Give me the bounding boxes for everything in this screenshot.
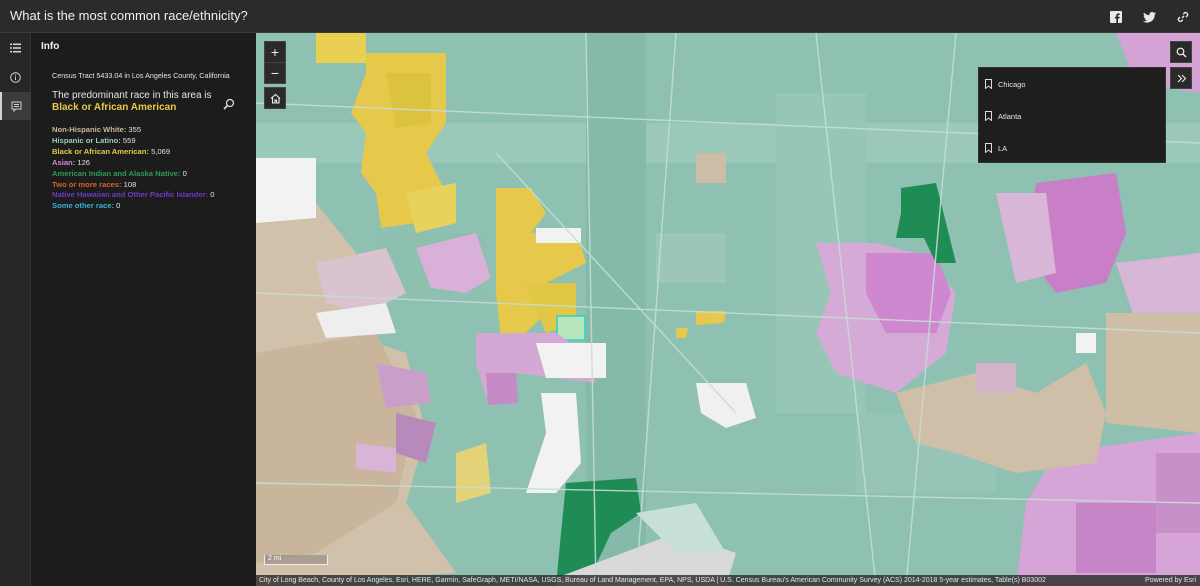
race-label: American Indian and Alaska Native: (52, 168, 181, 178)
search-button[interactable] (1170, 41, 1192, 63)
about-tab[interactable] (0, 63, 31, 91)
info-tab[interactable] (0, 92, 31, 120)
attribution-text: City of Long Beach, County of Los Angele… (259, 577, 1046, 584)
facebook-icon[interactable] (1106, 7, 1126, 27)
legend-tab[interactable] (0, 34, 31, 62)
race-value: 0 (210, 190, 215, 200)
collapse-bookmarks-button[interactable] (1170, 67, 1192, 89)
race-value: 0 (182, 168, 187, 178)
page-title: What is the most common race/ethnicity? (10, 8, 248, 23)
race-label: Native Hawaiian and Other Pacific Island… (52, 190, 209, 200)
race-value: 108 (123, 179, 137, 189)
race-count-row: Hispanic or Latino: 559 (52, 136, 215, 147)
race-value: 559 (122, 135, 136, 145)
bookmark-label: LA (998, 143, 1008, 153)
race-count-row: Non-Hispanic White: 355 (52, 125, 215, 136)
race-label: Some other race: (52, 201, 115, 211)
popup-icon (11, 101, 22, 112)
magnifier-icon (223, 98, 235, 110)
predominant-prefix: The predominant race in this area is (52, 90, 212, 101)
race-count-row: Black or African American: 5,069 (52, 147, 215, 158)
info-panel: Info Census Tract 5433.04 in Los Angeles… (31, 33, 256, 586)
race-counts-list: Non-Hispanic White: 355 Hispanic or Latin… (52, 125, 215, 212)
race-count-row: American Indian and Alaska Native: 0 (52, 169, 215, 180)
race-label: Hispanic or Latino: (52, 135, 121, 145)
race-value: 355 (128, 125, 142, 134)
bookmark-label: Chicago (998, 79, 1026, 89)
race-count-row: Asian: 126 (52, 158, 215, 169)
race-value: 5,069 (151, 146, 171, 156)
app-root: What is the most common race/ethnicity? … (0, 0, 1200, 586)
predominant-value: Black or African American (52, 102, 177, 113)
race-label: Two or more races: (52, 179, 122, 189)
list-icon (10, 43, 21, 53)
bookmark-label: Atlanta (998, 111, 1022, 121)
race-label: Asian: (52, 157, 76, 167)
side-rail (0, 33, 31, 586)
bookmarks-panel: Chicago Atlanta LA (978, 67, 1166, 163)
bookmark-item[interactable]: Atlanta (985, 108, 1021, 124)
bookmark-item[interactable]: LA (985, 140, 1007, 156)
powered-by-link[interactable]: Powered by Esri (1145, 575, 1196, 586)
bookmark-item[interactable]: Chicago (985, 76, 1026, 92)
chevrons-right-icon (1177, 74, 1186, 82)
twitter-icon[interactable] (1139, 7, 1159, 27)
map-view[interactable]: + − Chicago Atlanta LA 2 mi City of Long… (256, 33, 1200, 586)
app-header: What is the most common race/ethnicity? (0, 0, 1200, 33)
census-tract-label: Census Tract 5433.04 in Los Angeles Coun… (52, 71, 230, 80)
attribution-bar: City of Long Beach, County of Los Angele… (256, 575, 1200, 586)
link-icon[interactable] (1173, 7, 1193, 27)
zoom-to-feature-button[interactable] (223, 97, 235, 110)
scale-bar: 2 mi (264, 555, 328, 565)
race-label: Non-Hispanic White: (52, 125, 127, 134)
search-icon (1176, 47, 1186, 57)
home-button[interactable] (264, 87, 286, 109)
bookmark-icon (985, 143, 992, 153)
zoom-out-button[interactable]: − (264, 62, 286, 84)
race-label: Black or African American: (52, 146, 149, 156)
race-count-row: Two or more races: 108 (52, 180, 215, 191)
race-value: 126 (77, 157, 91, 167)
bookmark-icon (985, 79, 992, 89)
home-icon (270, 93, 280, 104)
zoom-in-button[interactable]: + (264, 41, 286, 63)
panel-title: Info (41, 41, 60, 52)
scale-label: 2 mi (268, 555, 282, 562)
race-count-row: Native Hawaiian and Other Pacific Island… (52, 190, 215, 201)
info-icon (10, 71, 21, 83)
race-value: 0 (116, 201, 121, 211)
bookmark-icon (985, 111, 992, 121)
race-count-row: Some other race: 0 (52, 201, 215, 212)
